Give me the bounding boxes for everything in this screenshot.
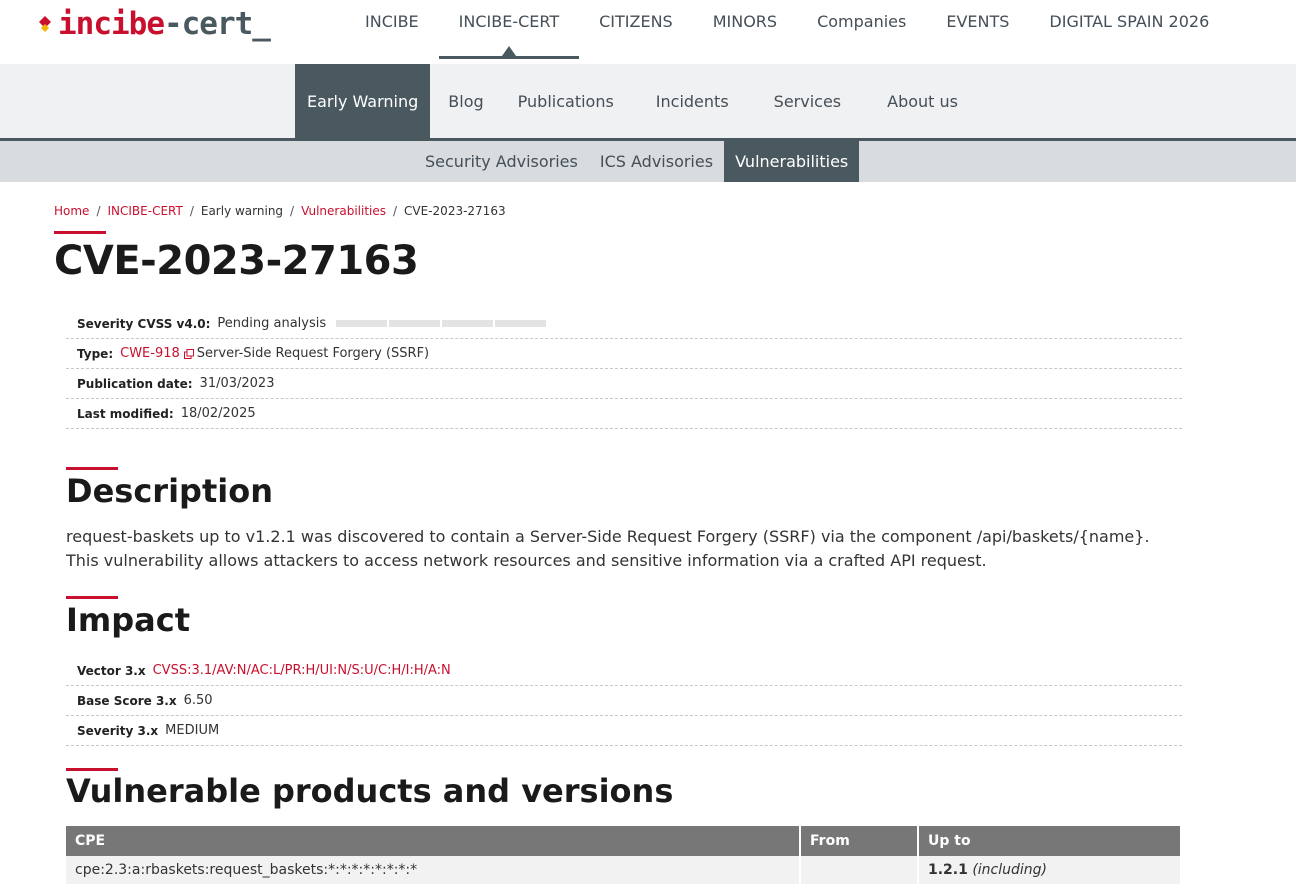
subnav-incidents[interactable]: Incidents — [634, 64, 751, 138]
breadcrumb-early-warning: Early warning — [200, 204, 284, 218]
severity3-label: Severity 3.x — [77, 723, 159, 738]
severity-label: Severity CVSS v4.0: — [77, 316, 211, 331]
logo-diamond-icon — [39, 16, 51, 32]
severity3-value: MEDIUM — [165, 723, 220, 738]
description-accent-bar — [66, 467, 118, 470]
nav-incibe-cert[interactable]: INCIBE-CERT — [438, 0, 580, 59]
column-from: From — [800, 826, 919, 856]
nav-companies[interactable]: Companies — [797, 0, 926, 56]
vector-label: Vector 3.x — [77, 663, 146, 678]
cell-from — [800, 856, 919, 884]
subnav-blog[interactable]: Blog — [430, 64, 501, 138]
subnav-about-us[interactable]: About us — [864, 64, 981, 138]
modified-date: 18/02/2025 — [180, 406, 256, 421]
nav-digital-spain[interactable]: DIGITAL SPAIN 2026 — [1029, 0, 1229, 56]
tab-security-advisories[interactable]: Security Advisories — [414, 141, 589, 182]
products-table: CPE From Up to cpe:2.3:a:rbaskets:reques… — [66, 826, 1182, 884]
description-text: request-baskets up to v1.2.1 was discove… — [66, 527, 1150, 570]
tertiary-nav: Security Advisories ICS Advisories Vulne… — [0, 141, 1296, 182]
publication-row: Publication date: 31/03/2023 — [66, 369, 1182, 399]
modified-label: Last modified: — [77, 406, 174, 421]
products-header-row: CPE From Up to — [66, 826, 1182, 856]
column-up-to: Up to — [918, 826, 1182, 856]
products-accent-bar — [66, 768, 118, 771]
breadcrumb-vulnerabilities[interactable]: Vulnerabilities — [301, 204, 386, 218]
subnav-publications[interactable]: Publications — [502, 64, 634, 138]
type-label: Type: — [77, 346, 114, 361]
breadcrumb-incibe-cert[interactable]: INCIBE-CERT — [107, 204, 182, 218]
up-to-note: (including) — [972, 862, 1048, 878]
secondary-nav: Early Warning Blog Publications Incident… — [0, 64, 1296, 141]
breadcrumb-current: CVE-2023-27163 — [404, 204, 506, 218]
breadcrumb: Home / INCIBE-CERT / Early warning / Vulnerabi… — [54, 204, 506, 218]
impact-heading: Impact — [66, 601, 191, 639]
main-nav: INCIBE INCIBE-CERT CITIZENS MINORS Compa… — [345, 0, 1229, 64]
column-cpe: CPE — [66, 826, 801, 856]
page-title: CVE-2023-27163 — [54, 238, 419, 284]
nav-incibe[interactable]: INCIBE — [345, 0, 439, 56]
nav-incibe-cert-label: INCIBE-CERT — [458, 12, 560, 31]
vector-link[interactable]: CVSS:3.1/AV:N/AC:L/PR:H/UI:N/S:U/C:H/I:H… — [153, 663, 451, 678]
subnav-services[interactable]: Services — [751, 64, 864, 138]
title-accent-bar — [54, 231, 106, 234]
nav-citizens[interactable]: CITIZENS — [579, 0, 693, 56]
impact-accent-bar — [66, 596, 118, 599]
table-row: cpe:2.3:a:rbaskets:request_baskets:*:*:*… — [66, 856, 1182, 884]
nav-events[interactable]: EVENTS — [926, 0, 1029, 56]
breadcrumb-home[interactable]: Home — [54, 204, 89, 218]
type-row: Type: CWE-918 Server-Side Request Forger… — [66, 339, 1182, 369]
tab-vulnerabilities[interactable]: Vulnerabilities — [724, 141, 860, 182]
modified-row: Last modified: 18/02/2025 — [66, 399, 1182, 429]
severity-value: Pending analysis — [217, 316, 327, 331]
type-description: Server-Side Request Forgery (SSRF) — [196, 346, 430, 361]
cell-cpe: cpe:2.3:a:rbaskets:request_baskets:*:*:*… — [66, 856, 801, 884]
publication-date: 31/03/2023 — [199, 376, 275, 391]
incibe-cert-logo[interactable]: incibe-cert_ — [36, 4, 271, 44]
description-heading: Description — [66, 472, 273, 510]
tab-ics-advisories[interactable]: ICS Advisories — [589, 141, 724, 182]
active-caret-icon — [501, 46, 516, 56]
top-header: incibe-cert_ INCIBE INCIBE-CERT CITIZENS… — [0, 0, 1296, 64]
external-link-icon[interactable] — [183, 348, 194, 359]
severity3-row: Severity 3.x MEDIUM — [66, 716, 1182, 746]
vector-row: Vector 3.x CVSS:3.1/AV:N/AC:L/PR:H/UI:N/… — [66, 656, 1182, 686]
impact-fields: Vector 3.x CVSS:3.1/AV:N/AC:L/PR:H/UI:N/… — [66, 656, 1182, 746]
severity-meter — [336, 320, 548, 327]
base-score-value: 6.50 — [183, 693, 213, 708]
up-to-version: 1.2.1 — [928, 862, 968, 878]
subnav-early-warning[interactable]: Early Warning — [295, 64, 431, 138]
base-score-label: Base Score 3.x — [77, 693, 177, 708]
cell-up-to: 1.2.1 (including) — [918, 856, 1182, 884]
nav-minors[interactable]: MINORS — [693, 0, 797, 56]
severity-row: Severity CVSS v4.0: Pending analysis — [66, 309, 1182, 339]
base-score-row: Base Score 3.x 6.50 — [66, 686, 1182, 716]
products-heading: Vulnerable products and versions — [66, 772, 674, 810]
publication-label: Publication date: — [77, 376, 193, 391]
logo-text: incibe-cert_ — [58, 6, 271, 42]
cwe-link[interactable]: CWE-918 — [120, 346, 180, 361]
meta-fields: Severity CVSS v4.0: Pending analysis Typ… — [66, 309, 1182, 429]
